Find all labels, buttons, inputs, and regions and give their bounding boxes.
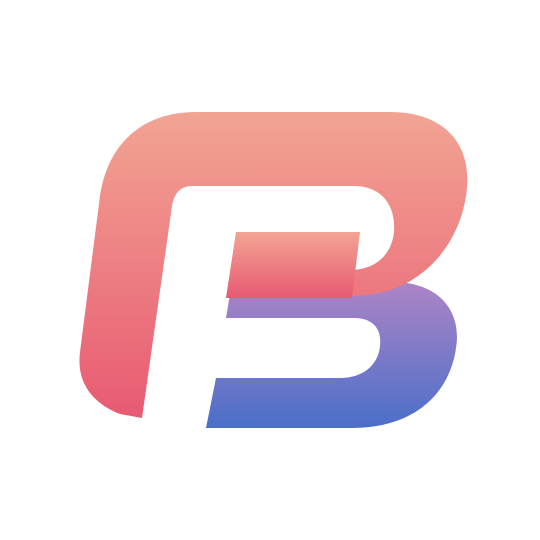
logo-crossbar — [226, 232, 360, 298]
fb-monogram-logo-icon — [79, 112, 468, 428]
logo-canvas — [0, 0, 540, 540]
logo-lower-lobe — [206, 282, 457, 428]
